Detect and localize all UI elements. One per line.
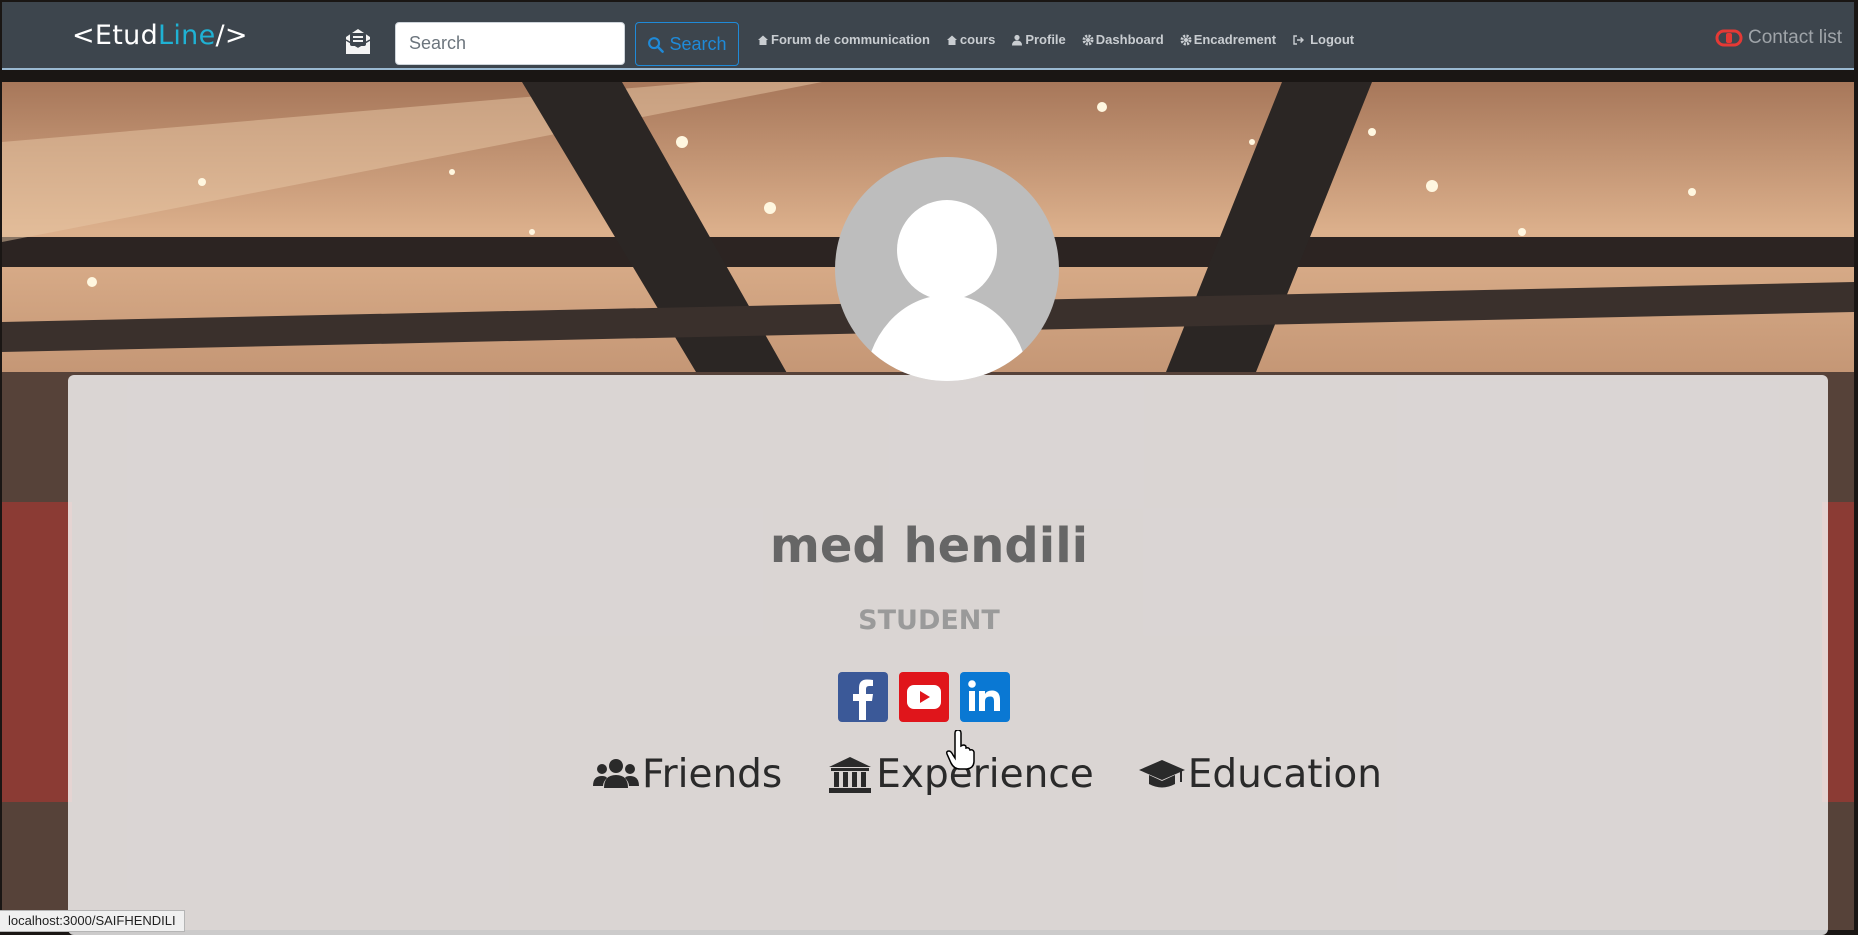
nav-link-encadrement[interactable]: Encadrement — [1180, 32, 1276, 47]
gear-icon — [1082, 34, 1094, 45]
nav-link-logout[interactable]: Logout — [1292, 32, 1354, 47]
social-links — [838, 672, 1010, 722]
nav-link-label: Encadrement — [1193, 32, 1277, 47]
contact-list-icon — [1715, 29, 1743, 47]
hand-cursor-icon — [946, 730, 975, 770]
linkedin-icon[interactable] — [960, 672, 1010, 722]
search-input[interactable] — [395, 22, 625, 65]
tab-friends[interactable]: Friends — [592, 752, 782, 797]
tab-label: Education — [1187, 752, 1382, 797]
brand-logo[interactable]: <EtudLine/> — [72, 20, 248, 51]
nav-links: Forum de communication cours Profile Das… — [757, 32, 1370, 47]
contact-list-label: Contact list — [1748, 27, 1842, 48]
youtube-icon[interactable] — [899, 672, 949, 722]
home-icon — [758, 35, 768, 45]
nav-link-label: Logout — [1310, 32, 1355, 47]
nav-link-label: Profile — [1025, 32, 1066, 47]
brand-open: <Etud — [72, 20, 159, 51]
search-icon — [648, 36, 665, 53]
user-icon — [1012, 34, 1023, 45]
home-icon — [946, 35, 957, 45]
search-button[interactable]: Search — [635, 22, 739, 66]
search-button-label: Search — [669, 33, 727, 54]
nav-link-profile[interactable]: Profile — [1011, 32, 1066, 47]
nav-link-label: cours — [959, 32, 996, 47]
nav-link-forum[interactable]: Forum de communication — [757, 32, 930, 47]
university-icon — [829, 756, 872, 793]
profile-name: med hendili — [769, 518, 1089, 574]
status-url: localhost:3000/SAIFHENDILI — [0, 910, 185, 932]
nav-link-cours[interactable]: cours — [946, 32, 995, 47]
profile-role: STUDENT — [858, 605, 1000, 636]
nav-link-label: Forum de communication — [771, 32, 930, 47]
tab-label: Experience — [876, 752, 1094, 797]
avatar[interactable] — [835, 157, 1059, 381]
graduation-cap-icon — [1138, 759, 1185, 787]
profile-tabs: Friends Experience Education — [592, 752, 1382, 797]
brand-highlight: Line — [158, 20, 216, 51]
brand-close: /> — [215, 20, 248, 51]
default-avatar-icon — [865, 200, 1029, 381]
messages-icon[interactable] — [342, 26, 374, 58]
facebook-icon[interactable] — [838, 672, 888, 722]
tab-education[interactable]: Education — [1138, 752, 1382, 797]
logout-icon — [1293, 34, 1305, 45]
nav-link-dashboard[interactable]: Dashboard — [1082, 32, 1164, 47]
contact-list-link[interactable]: Contact list — [1715, 27, 1842, 49]
top-navbar: <EtudLine/> Search Forum de communicatio… — [2, 2, 1854, 70]
users-icon — [593, 758, 639, 788]
profile-card — [68, 375, 1828, 935]
nav-link-label: Dashboard — [1095, 32, 1164, 47]
gear-icon — [1180, 34, 1192, 45]
tab-label: Friends — [642, 752, 783, 797]
